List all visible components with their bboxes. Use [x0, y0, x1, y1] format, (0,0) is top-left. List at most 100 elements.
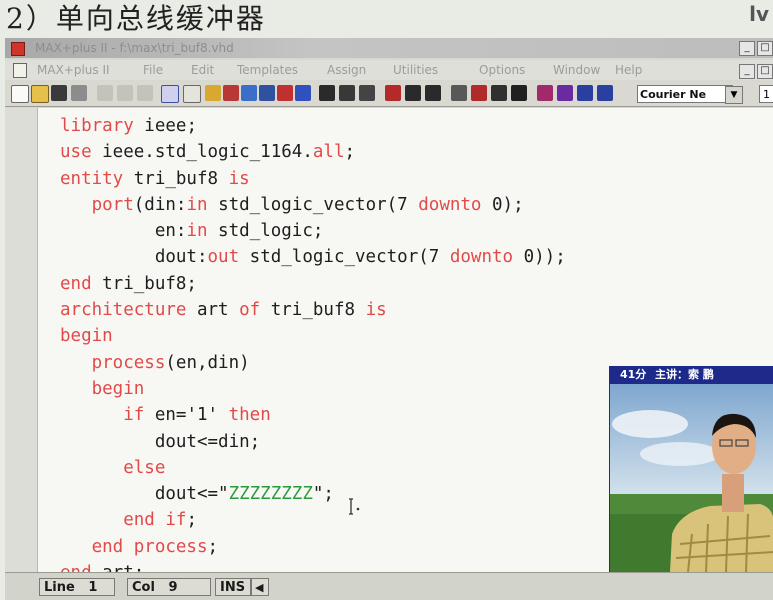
app-icon[interactable] — [11, 42, 25, 56]
code-token: ; — [207, 536, 219, 557]
copy-icon[interactable] — [117, 85, 133, 101]
code-line[interactable]: port(din:in std_logic_vector(7 downto 0)… — [60, 192, 566, 218]
code-token: 0)); — [513, 247, 566, 268]
code-line[interactable]: library ieee; — [60, 113, 566, 139]
menu-window[interactable]: Window — [553, 60, 600, 80]
code-line[interactable]: end process; — [60, 534, 566, 560]
code-line[interactable]: en:in std_logic; — [60, 218, 566, 244]
menu-edit[interactable]: Edit — [191, 60, 214, 80]
keyword-token: else — [123, 457, 166, 478]
code-token: ieee.std_logic_1164. — [91, 142, 313, 163]
minimize-button[interactable]: _ — [739, 41, 755, 56]
code-line[interactable]: dout:out std_logic_vector(7 downto 0)); — [60, 244, 566, 270]
code-token: tri_buf8; — [91, 273, 197, 294]
menu-options[interactable]: Options — [479, 60, 525, 80]
new-file-icon[interactable] — [11, 85, 29, 103]
code-line[interactable]: if en='1' then — [60, 402, 566, 428]
project-save-icon[interactable] — [319, 85, 335, 101]
find-icon[interactable] — [537, 85, 553, 101]
doc-minimize-button[interactable]: _ — [739, 64, 755, 79]
cut-icon[interactable] — [97, 85, 113, 101]
code-line[interactable]: use ieee.std_logic_1164.all; — [60, 139, 566, 165]
code-token: dout: — [60, 247, 208, 268]
goto-icon[interactable] — [577, 85, 593, 101]
menu-utilities[interactable]: Utilities — [393, 60, 438, 80]
code-line[interactable]: end tri_buf8; — [60, 271, 566, 297]
font-size-select[interactable]: 1 — [759, 85, 773, 103]
keyword-token: begin — [91, 378, 145, 399]
code-line[interactable]: dout<=din; — [60, 429, 566, 455]
hierarchy-icon[interactable] — [205, 85, 221, 101]
replace-icon[interactable] — [557, 85, 573, 101]
keyword-token: process — [91, 352, 166, 373]
editor-gutter — [5, 108, 38, 576]
video-header: 41分 主讲：索 鹏 — [610, 366, 773, 384]
timing-analyzer-icon[interactable] — [425, 85, 441, 101]
symbol-editor-icon[interactable] — [259, 85, 275, 101]
menu-assign[interactable]: Assign — [327, 60, 366, 80]
line-label: Line — [44, 580, 75, 595]
open-programmer-icon[interactable] — [471, 85, 487, 101]
undo-icon[interactable] — [161, 85, 179, 103]
paste-icon[interactable] — [137, 85, 153, 101]
compiler-icon[interactable] — [385, 85, 401, 101]
toolbar: Courier Ne ▼ 1 — [5, 82, 773, 107]
keyword-token: out — [207, 247, 240, 268]
code-line[interactable]: process(en,din) — [60, 350, 566, 376]
col-indicator: Col 9 — [127, 578, 211, 596]
waveform-editor-icon[interactable] — [295, 85, 311, 101]
code-token: (en,din) — [165, 352, 250, 373]
indent-icon[interactable] — [597, 85, 613, 101]
code-line[interactable]: else — [60, 455, 566, 481]
keyword-token: architecture — [60, 300, 187, 321]
code-line[interactable]: end if; — [60, 507, 566, 533]
help-cursor-icon[interactable] — [183, 85, 201, 103]
menu-templates[interactable]: Templates — [237, 60, 298, 80]
code-token: ieee; — [133, 116, 197, 136]
menu-help[interactable]: Help — [615, 60, 642, 80]
keyword-token: of — [239, 300, 261, 321]
graphic-editor-icon[interactable] — [241, 85, 257, 101]
project-check-icon[interactable] — [339, 85, 355, 101]
code-token: tri_buf8 — [260, 300, 366, 321]
save-icon[interactable] — [51, 85, 67, 101]
print-icon[interactable] — [71, 85, 87, 101]
keyword-token: if — [123, 405, 145, 426]
code-area[interactable]: library ieee; use ieee.std_logic_1164.all… — [60, 113, 566, 586]
text-editor-icon[interactable] — [277, 85, 293, 101]
document-icon[interactable] — [13, 63, 27, 78]
code-line[interactable]: dout<="ZZZZZZZZ"; — [60, 481, 566, 507]
code-line[interactable]: begin — [60, 323, 566, 349]
corner-logo: lv — [749, 2, 769, 26]
keyword-token: port — [91, 194, 134, 215]
code-line[interactable]: entity tri_buf8 is — [60, 166, 566, 192]
line-value: 1 — [88, 580, 98, 595]
code-token: std_logic_vector(7 — [239, 247, 450, 268]
col-label: Col — [132, 580, 155, 595]
font-name-select[interactable]: Courier Ne — [637, 85, 733, 103]
chevron-down-icon[interactable]: ▼ — [725, 86, 743, 104]
simulator-icon[interactable] — [405, 85, 421, 101]
status-bar: Line 1 Col 9 INS ◀ — [5, 572, 773, 600]
macro-icon[interactable] — [511, 85, 527, 101]
keyword-token: end process — [91, 536, 208, 557]
doc-restore-button[interactable]: □ — [757, 64, 773, 79]
lecturer-video — [610, 384, 773, 572]
code-line[interactable]: architecture art of tri_buf8 is — [60, 297, 566, 323]
code-line[interactable]: begin — [60, 376, 566, 402]
programmer-icon[interactable] — [451, 85, 467, 101]
maximize-button[interactable]: □ — [757, 41, 773, 56]
project-compile-icon[interactable] — [359, 85, 375, 101]
setting-icon[interactable] — [491, 85, 507, 101]
col-value: 9 — [168, 580, 178, 595]
scroll-left-icon[interactable]: ◀ — [251, 578, 269, 596]
menu-maxplus[interactable]: MAX+plus II — [37, 60, 110, 80]
menu-file[interactable]: File — [143, 60, 163, 80]
floorplan-icon[interactable] — [223, 85, 239, 101]
open-folder-icon[interactable] — [31, 85, 49, 103]
